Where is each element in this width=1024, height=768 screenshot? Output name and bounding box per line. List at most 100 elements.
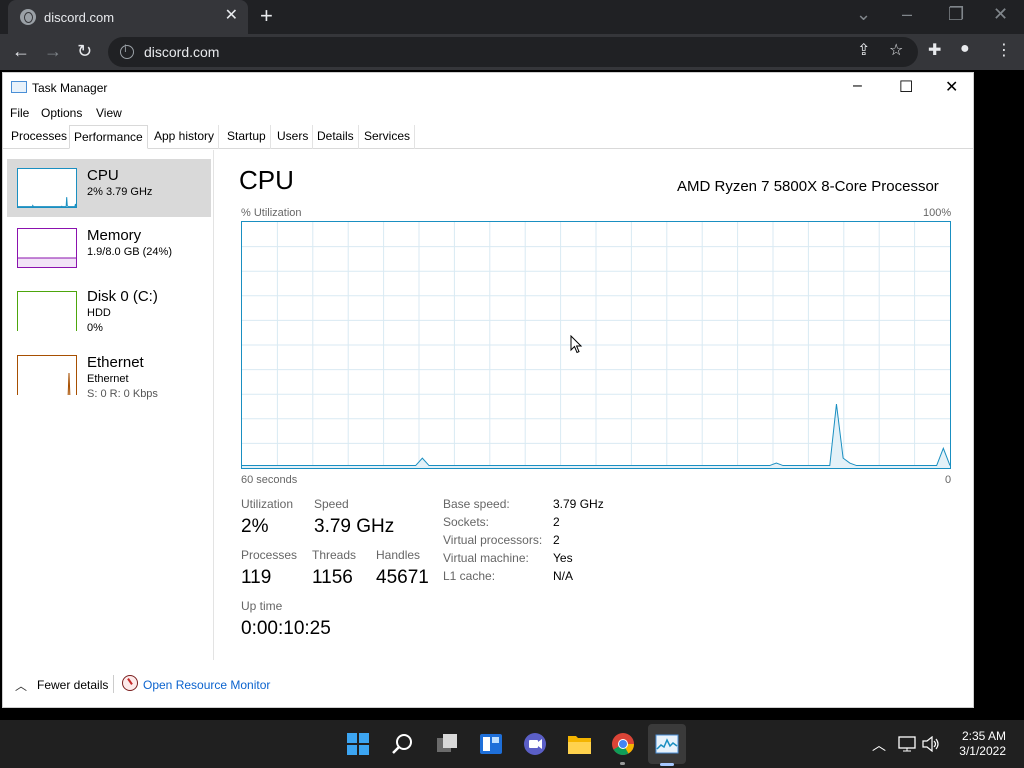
menu-view[interactable]: View [96, 106, 122, 120]
cpu-graph-canvas [242, 222, 950, 468]
system-clock[interactable]: 2:35 AM 3/1/2022 [948, 729, 1006, 759]
close-tab-icon[interactable]: ✕ [225, 8, 238, 24]
tab-performance[interactable]: Performance [69, 125, 148, 149]
virtual-machine-label: Virtual machine: [443, 551, 529, 565]
tab-startup[interactable]: Startup [223, 125, 271, 149]
tab-details[interactable]: Details [313, 125, 359, 149]
tab-services[interactable]: Services [360, 125, 416, 149]
chevron-up-icon[interactable]: ︿ [15, 677, 27, 694]
sockets-value: 2 [553, 515, 560, 529]
minimize-icon[interactable]: – [902, 4, 912, 25]
share-icon[interactable]: ⇪ [857, 40, 870, 60]
fewer-details-link[interactable]: Fewer details [37, 678, 108, 692]
profile-icon[interactable]: ● [960, 40, 970, 58]
windows-start-icon[interactable] [346, 732, 370, 756]
processes-label: Processes [241, 548, 298, 562]
sidebar-item-disk[interactable]: Disk 0 (C:) HDD 0% [7, 279, 211, 337]
virtual-processors-value: 2 [553, 533, 560, 547]
restore-icon[interactable]: ❐ [948, 4, 964, 25]
chrome-icon[interactable] [611, 732, 635, 756]
utilization-label: Utilization [241, 497, 294, 511]
sockets-label: Sockets: [443, 515, 490, 529]
address-bar[interactable]: discord.com [108, 37, 918, 67]
sidebar-item-cpu[interactable]: CPU 2% 3.79 GHz [7, 159, 211, 217]
forward-icon[interactable]: → [44, 40, 62, 62]
volume-icon[interactable] [922, 736, 940, 752]
sidebar-item-ethernet[interactable]: Ethernet Ethernet S: 0 R: 0 Kbps [7, 347, 211, 405]
tab-users[interactable]: Users [273, 125, 314, 149]
handles-label: Handles [376, 548, 421, 562]
speed-value: 3.79 GHz [314, 516, 395, 537]
browser-tab[interactable]: discord.com ✕ [8, 0, 248, 34]
sidebar-cpu-title: CPU [87, 167, 119, 184]
extensions-icon[interactable]: ✚ [928, 40, 941, 60]
graph-x-end-label: 0 [945, 474, 952, 486]
sidebar-memory-title: Memory [87, 227, 142, 244]
new-tab-icon[interactable]: + [260, 5, 273, 27]
browser-toolbar: ← → ↻ discord.com ⇪ ☆ ✚ ● ⋮ [0, 34, 1024, 70]
graph-y-max-label: 100% [923, 207, 952, 219]
processor-name: AMD Ryzen 7 5800X 8-Core Processor [677, 178, 939, 195]
footer-bar: ︿ Fewer details Open Resource Monitor [3, 671, 973, 701]
title-bar: Task Manager – ☐ ✕ [3, 73, 973, 103]
graph-x-start-label: 60 seconds [241, 474, 298, 486]
menu-options[interactable]: Options [41, 106, 82, 120]
open-resource-monitor-link[interactable]: Open Resource Monitor [143, 678, 270, 692]
close-window-icon[interactable]: ✕ [993, 4, 1008, 25]
bookmark-star-icon[interactable]: ☆ [889, 40, 903, 60]
menu-kebab-icon[interactable]: ⋮ [996, 40, 1012, 60]
sidebar-disk-title: Disk 0 (C:) [87, 288, 158, 305]
back-icon[interactable]: ← [12, 40, 30, 62]
uptime-label: Up time [241, 599, 283, 613]
chat-icon[interactable] [523, 732, 547, 756]
task-manager-window: Task Manager – ☐ ✕ File Options View Pro… [2, 72, 974, 708]
widgets-icon[interactable] [479, 732, 503, 756]
task-manager-app-icon [11, 81, 27, 93]
tab-strip: Processes Performance App history Startu… [3, 125, 973, 149]
file-explorer-icon[interactable] [567, 732, 591, 756]
browser-tab-strip: discord.com ✕ + ⌄ – ❐ ✕ [0, 0, 1024, 34]
sidebar-item-memory[interactable]: Memory 1.9/8.0 GB (24%) [7, 219, 211, 277]
ethernet-thumbnail-graph [17, 355, 77, 395]
sidebar-ethernet-throughput: S: 0 R: 0 Kbps [87, 388, 158, 400]
page-title: CPU [239, 165, 294, 195]
window-title: Task Manager [32, 81, 108, 95]
processes-value: 119 [241, 567, 272, 588]
taskbar: ︿ 2:35 AM 3/1/2022 [0, 720, 1024, 768]
sidebar-memory-usage: 1.9/8.0 GB (24%) [87, 246, 172, 258]
handles-value: 45671 [376, 567, 429, 588]
virtual-machine-value: Yes [553, 551, 573, 565]
close-icon[interactable]: ✕ [945, 77, 958, 97]
sidebar-cpu-usage: 2% 3.79 GHz [87, 186, 153, 198]
sidebar-disk-type: HDD [87, 307, 111, 319]
base-speed-label: Base speed: [443, 497, 510, 511]
footer-divider [113, 675, 114, 693]
l1-cache-value: N/A [553, 569, 574, 583]
task-manager-icon[interactable] [655, 732, 679, 756]
clock-time: 2:35 AM [961, 729, 1006, 743]
disk-thumbnail-graph [17, 291, 77, 331]
minimize-icon[interactable]: – [853, 77, 862, 95]
sidebar-ethernet-adapter: Ethernet [87, 373, 129, 385]
menu-file[interactable]: File [10, 106, 29, 120]
site-info-icon[interactable] [120, 44, 134, 59]
chevron-up-icon[interactable]: ︿ [872, 735, 886, 755]
tab-app-history[interactable]: App history [150, 125, 220, 149]
graph-y-label: % Utilization [241, 207, 302, 219]
clock-date: 3/1/2022 [959, 744, 1006, 758]
cpu-utilization-graph [241, 221, 951, 469]
tab-search-icon[interactable]: ⌄ [856, 4, 871, 25]
cpu-thumbnail-graph [17, 168, 77, 208]
tab-processes[interactable]: Processes [7, 125, 73, 149]
chrome-running-indicator [620, 762, 625, 765]
l1-cache-label: L1 cache: [443, 569, 496, 583]
utilization-value: 2% [241, 516, 269, 537]
task-view-icon[interactable] [435, 732, 459, 756]
task-manager-running-indicator [660, 763, 674, 766]
maximize-icon[interactable]: ☐ [899, 77, 913, 97]
network-icon[interactable] [898, 736, 916, 752]
sidebar-ethernet-title: Ethernet [87, 354, 144, 371]
search-icon[interactable] [391, 732, 415, 756]
uptime-value: 0:00:10:25 [241, 618, 331, 639]
reload-icon[interactable]: ↻ [77, 40, 92, 62]
